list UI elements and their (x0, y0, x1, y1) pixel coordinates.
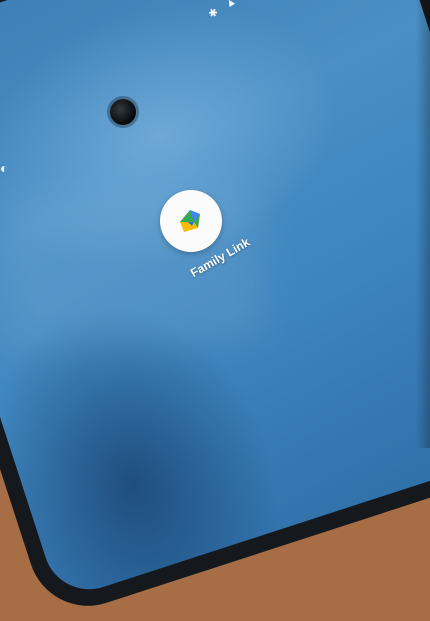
wifi-icon: ▲ (222, 0, 239, 11)
phone-edge-shadow (416, 0, 430, 448)
screen-glare (0, 188, 265, 352)
family-link-icon[interactable] (160, 190, 222, 252)
edge-panel-icon[interactable]: ◐ (0, 160, 14, 176)
front-camera (110, 99, 136, 125)
phone-frame (0, 0, 430, 621)
home-screen (0, 0, 430, 602)
app-family-link[interactable]: Family Link (160, 190, 252, 280)
